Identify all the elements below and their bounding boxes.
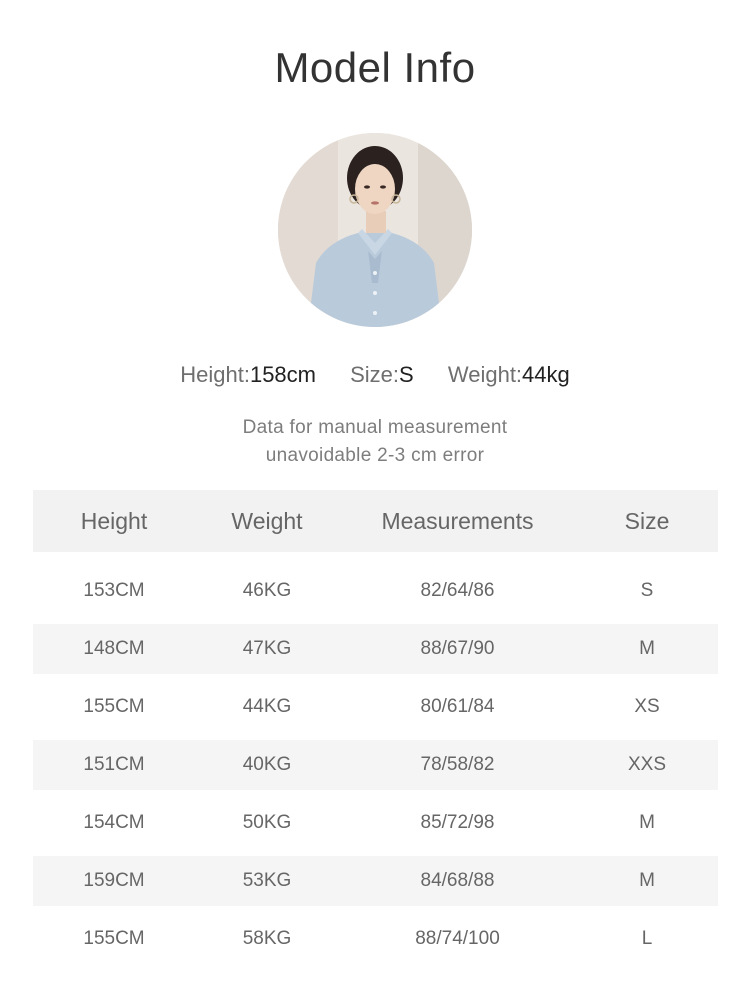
table-row: 151CM 40KG 78/58/82 XXS (33, 740, 718, 790)
cell-measurements: 84/68/88 (420, 870, 495, 891)
table-row: 159CM 53KG 84/68/88 M (33, 856, 718, 906)
header-height: Height (80, 507, 148, 534)
weight-label: Weight: (447, 362, 523, 387)
cell-measurements: 88/67/90 (420, 638, 495, 659)
height-label: Height: (180, 362, 250, 387)
cell-size: XXS (627, 754, 667, 775)
cell-weight: 47KG (242, 638, 292, 659)
cell-weight: 46KG (242, 580, 292, 601)
cell-measurements: 80/61/84 (420, 696, 495, 717)
cell-size: L (641, 928, 653, 949)
cell-height: 154CM (83, 812, 145, 833)
cell-height: 155CM (83, 928, 145, 949)
note-line-2: unavoidable 2-3 cm error (265, 445, 485, 466)
model-stats: Height:158cm Size:S Weight:44kg (0, 362, 750, 388)
table-row: 154CM 50KG 85/72/98 M (33, 798, 718, 848)
cell-weight: 53KG (242, 870, 292, 891)
table-row: 155CM 58KG 88/74/100 L (33, 914, 718, 964)
cell-measurements: 82/64/86 (420, 580, 495, 601)
cell-measurements: 78/58/82 (420, 754, 495, 775)
cell-weight: 44KG (242, 696, 292, 717)
size-table: Height Weight Measurements Size 153CM 46… (33, 490, 718, 964)
header-measurements: Measurements (381, 507, 534, 534)
header-size: Size (624, 507, 670, 534)
note-line-1: Data for manual measurement (242, 417, 508, 438)
cell-height: 159CM (83, 870, 145, 891)
size-value: S (399, 362, 414, 387)
cell-size: S (640, 580, 654, 601)
size-label: Size: (350, 362, 400, 387)
cell-measurements: 88/74/100 (415, 928, 500, 949)
cell-height: 151CM (83, 754, 145, 775)
cell-size: M (639, 812, 655, 833)
cell-weight: 40KG (242, 754, 292, 775)
model-height: Height:158cm (180, 362, 316, 388)
cell-size: XS (634, 696, 660, 717)
cell-height: 153CM (83, 580, 145, 601)
page-title: Model Info (274, 44, 476, 91)
weight-value: 44kg (522, 362, 570, 387)
cell-size: M (639, 870, 655, 891)
cell-weight: 58KG (242, 928, 292, 949)
model-weight: Weight:44kg (448, 362, 570, 388)
table-row: 155CM 44KG 80/61/84 XS (33, 682, 718, 732)
model-photo (278, 133, 472, 327)
table-header: Height Weight Measurements Size (33, 490, 718, 552)
header-weight: Weight (231, 507, 303, 534)
table-row: 153CM 46KG 82/64/86 S (33, 566, 718, 616)
model-size: Size:S (350, 362, 414, 388)
cell-height: 155CM (83, 696, 145, 717)
cell-height: 148CM (83, 638, 145, 659)
cell-size: M (639, 638, 655, 659)
cell-weight: 50KG (242, 812, 292, 833)
table-row: 148CM 47KG 88/67/90 M (33, 624, 718, 674)
measurement-note: Data for manual measurement unavoidable … (0, 414, 750, 470)
cell-measurements: 85/72/98 (420, 812, 495, 833)
height-value: 158cm (249, 362, 316, 387)
